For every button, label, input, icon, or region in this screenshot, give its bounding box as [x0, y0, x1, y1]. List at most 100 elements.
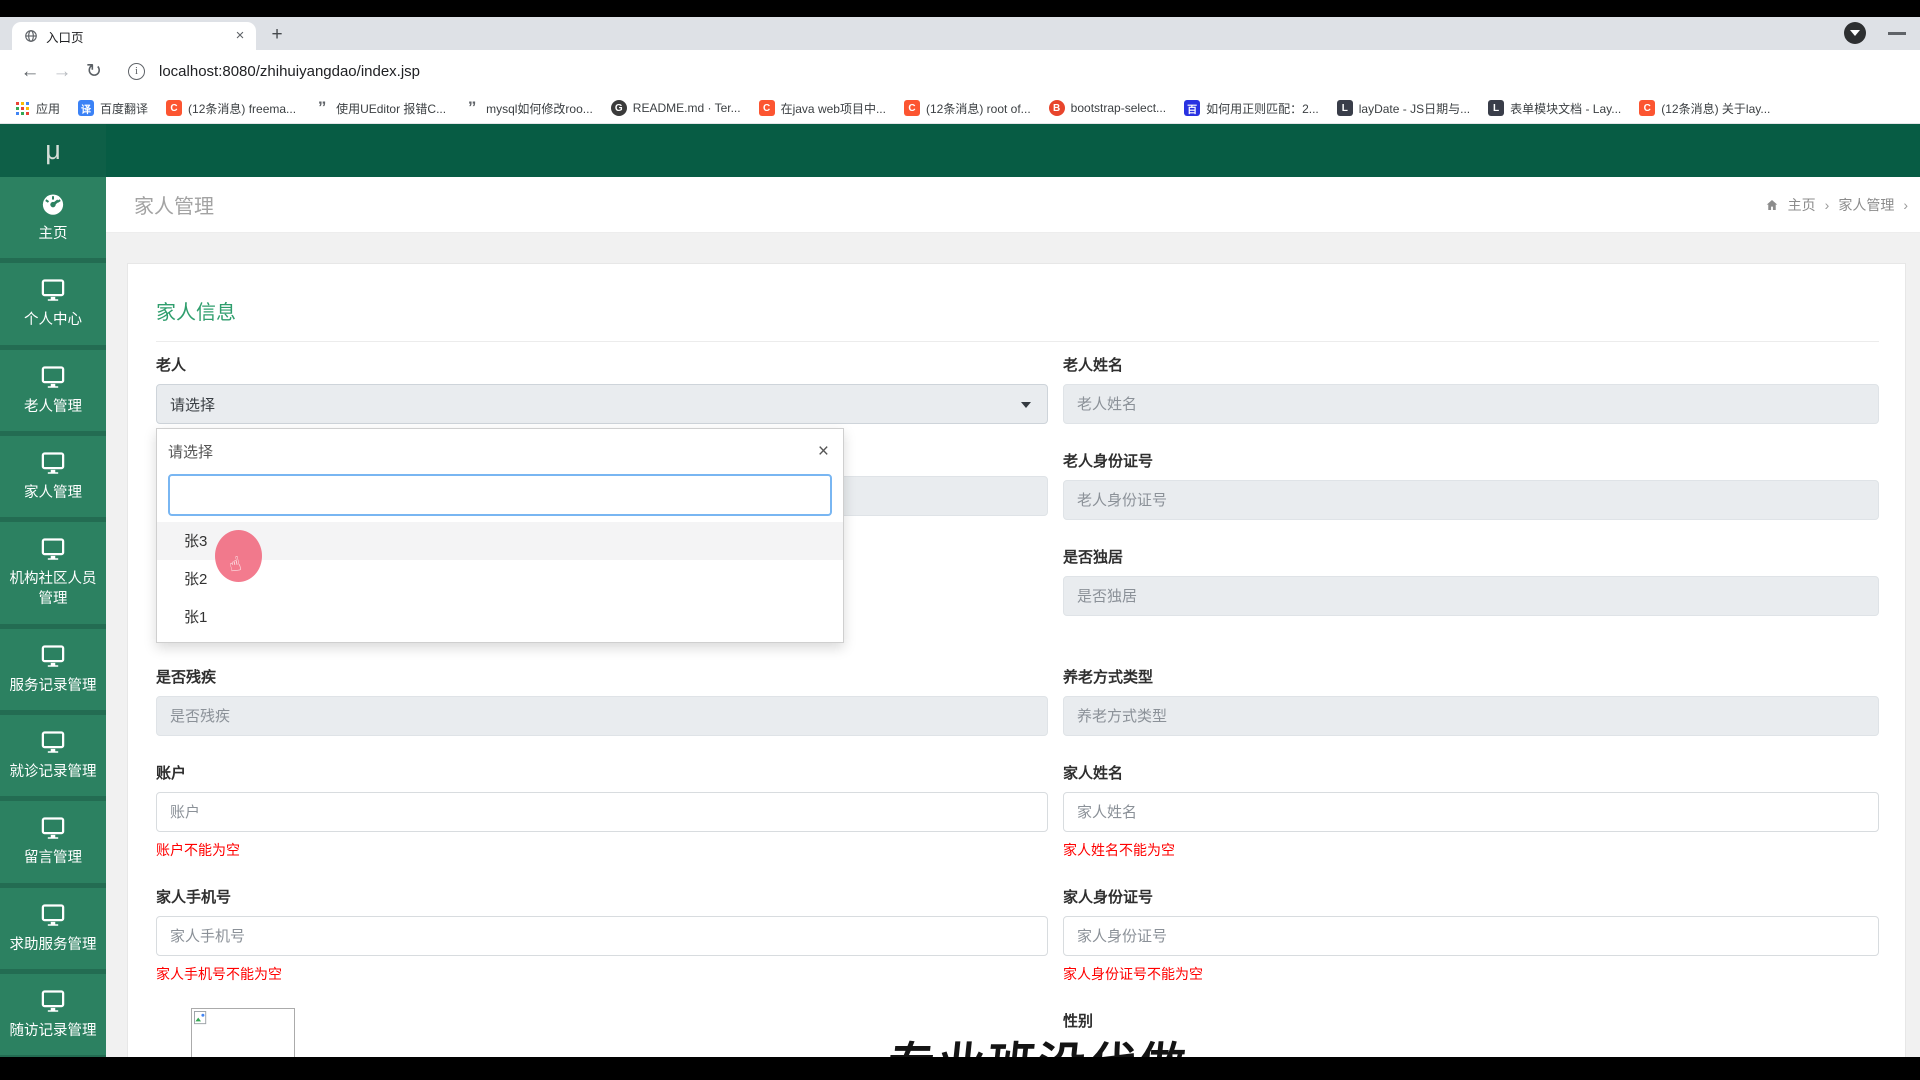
- bookmark-item[interactable]: README.md · Ter...: [610, 100, 741, 116]
- sidebar-item-personal-center[interactable]: 个人中心: [0, 263, 106, 345]
- github-icon: [610, 100, 627, 116]
- breadcrumb-home[interactable]: 主页: [1788, 195, 1816, 215]
- family-phone-error: 家人手机号不能为空: [156, 966, 282, 982]
- monitor-icon: [41, 452, 65, 474]
- baidu-translate-icon: [78, 100, 95, 116]
- browser-window: 入口页 localhost:8080/zhihuiyangdao/index.j…: [0, 17, 1920, 1057]
- bookmark-item[interactable]: 在java web项目中...: [758, 100, 886, 117]
- monitor-icon: [41, 645, 65, 667]
- monitor-icon: [41, 365, 65, 388]
- family-info-card: 家人信息 老人 请选择 请选择 × 张3 张2 张1 ☝ 老人姓名 老人姓名 老…: [127, 263, 1906, 1057]
- monitor-icon: [41, 904, 65, 926]
- family-id-error: 家人身份证号不能为空: [1063, 966, 1203, 982]
- browser-tab[interactable]: 入口页: [12, 22, 256, 50]
- chevron-right-icon: [1903, 197, 1908, 213]
- bookmark-item[interactable]: (12条消息) freema...: [166, 100, 296, 117]
- sidebar-item-org-community-staff[interactable]: 机构社区人员管理: [0, 522, 106, 624]
- globe-icon: [25, 30, 37, 42]
- sidebar: μ 主页 个人中心 老人管理 家人管理 机构社区人员管理 服务记录管理 就诊记录…: [0, 124, 106, 1057]
- bookmark-item[interactable]: 如何用正则匹配：2...: [1184, 100, 1319, 117]
- hand-cursor-icon: [227, 551, 244, 578]
- field-label-family-phone: 家人手机号: [156, 889, 232, 906]
- dropdown-option[interactable]: 张1: [157, 598, 843, 636]
- family-phone-input[interactable]: [156, 916, 1048, 956]
- field-label-elder-name: 老人姓名: [1063, 357, 1124, 374]
- tab-title: 入口页: [46, 30, 84, 45]
- disability-input: [156, 696, 1048, 736]
- elder-select-value: 请选择: [170, 396, 216, 414]
- monitor-icon: [41, 731, 65, 753]
- app-logo: μ: [0, 124, 106, 177]
- csdn-icon: [1639, 100, 1656, 116]
- dwell-alone-input: [1063, 576, 1879, 616]
- sidebar-item-help-service[interactable]: 求助服务管理: [0, 887, 106, 969]
- browser-tab-bar: 入口页: [0, 17, 1920, 50]
- bookmark-apps[interactable]: 应用: [14, 100, 60, 117]
- family-id-input[interactable]: [1063, 916, 1879, 956]
- page-content: 家人信息 老人 请选择 请选择 × 张3 张2 张1 ☝ 老人姓名 老人姓名 老…: [106, 233, 1920, 1057]
- bookmark-item[interactable]: layDate - JS日期与...: [1336, 100, 1470, 117]
- tab-close-icon[interactable]: [232, 28, 248, 44]
- bookmark-item[interactable]: 使用UEditor 报错C...: [314, 100, 446, 117]
- elder-dropdown: 请选择 张3 张2 张1: [156, 428, 844, 643]
- layui-icon: [1488, 100, 1505, 116]
- elder-id-input: [1063, 480, 1879, 520]
- minimize-window-icon[interactable]: [1888, 31, 1906, 35]
- page-title: 家人管理: [134, 196, 214, 218]
- page-header: 家人管理 主页 家人管理: [106, 177, 1920, 233]
- account-input[interactable]: [156, 792, 1048, 832]
- monitor-icon: [41, 279, 65, 302]
- sidebar-item-message-management[interactable]: 留言管理: [0, 801, 106, 883]
- quote-icon: [314, 100, 330, 116]
- screen: 入口页 localhost:8080/zhihuiyangdao/index.j…: [0, 0, 1920, 1080]
- sidebar-item-family-management[interactable]: 家人管理: [0, 435, 106, 518]
- csdn-icon: [903, 100, 920, 116]
- bookmarks-bar: 应用 百度翻译 (12条消息) freema... 使用UEditor 报错C.…: [0, 93, 1920, 124]
- chevron-right-icon: [1825, 197, 1830, 213]
- address-bar[interactable]: localhost:8080/zhihuiyangdao/index.jsp: [159, 63, 420, 80]
- photo-preview-box[interactable]: [191, 1008, 295, 1057]
- elder-select[interactable]: 请选择: [156, 384, 1048, 424]
- bookmark-item[interactable]: mysql如何修改roo...: [464, 100, 593, 117]
- dropdown-close-icon[interactable]: [818, 445, 829, 459]
- field-label-disability: 是否残疾: [156, 669, 217, 686]
- baidu-icon: [1184, 100, 1201, 116]
- field-label-family-name: 家人姓名: [1063, 765, 1124, 782]
- gauge-icon: [42, 194, 64, 215]
- bootstrap-icon: [1048, 100, 1065, 116]
- csdn-icon: [166, 100, 183, 116]
- bookmark-item[interactable]: (12条消息) 关于lay...: [1639, 100, 1770, 117]
- sidebar-item-followup-records[interactable]: 随访记录管理: [0, 973, 106, 1056]
- back-icon[interactable]: [14, 61, 46, 83]
- family-name-error: 家人姓名不能为空: [1063, 842, 1175, 858]
- sidebar-item-service-records[interactable]: 服务记录管理: [0, 628, 106, 711]
- breadcrumb-current[interactable]: 家人管理: [1838, 195, 1894, 215]
- app-topbar: [106, 124, 1920, 177]
- pension-type-input: [1063, 696, 1879, 736]
- home-icon: [1766, 199, 1777, 210]
- layui-icon: [1336, 100, 1353, 116]
- monitor-icon: [41, 817, 65, 840]
- browser-toolbar: localhost:8080/zhihuiyangdao/index.jsp: [0, 50, 1920, 93]
- browser-chevron-menu-icon[interactable]: [1844, 22, 1866, 44]
- section-title: 家人信息: [156, 296, 1879, 342]
- reload-icon[interactable]: [78, 60, 110, 83]
- quote-icon: [464, 100, 480, 116]
- sidebar-item-home[interactable]: 主页: [0, 177, 106, 259]
- forward-icon: [46, 61, 78, 83]
- bookmark-item[interactable]: bootstrap-select...: [1048, 100, 1166, 116]
- dropdown-search-input[interactable]: [168, 474, 832, 516]
- field-label-pension-type: 养老方式类型: [1063, 669, 1154, 686]
- apps-grid-icon: [14, 100, 30, 116]
- sidebar-item-medical-records[interactable]: 就诊记录管理: [0, 715, 106, 797]
- bookmark-item[interactable]: 表单模块文档 - Lay...: [1488, 100, 1621, 117]
- page-info-icon[interactable]: [128, 63, 145, 80]
- breadcrumb: 主页 家人管理: [1765, 195, 1908, 215]
- bookmark-item[interactable]: 百度翻译: [78, 100, 148, 117]
- family-name-input[interactable]: [1063, 792, 1879, 832]
- bookmark-item[interactable]: (12条消息) root of...: [903, 100, 1031, 117]
- letterbox-bottom: [0, 1057, 1920, 1080]
- new-tab-button[interactable]: [264, 22, 290, 48]
- elder-name-input: [1063, 384, 1879, 424]
- sidebar-item-elder-management[interactable]: 老人管理: [0, 349, 106, 431]
